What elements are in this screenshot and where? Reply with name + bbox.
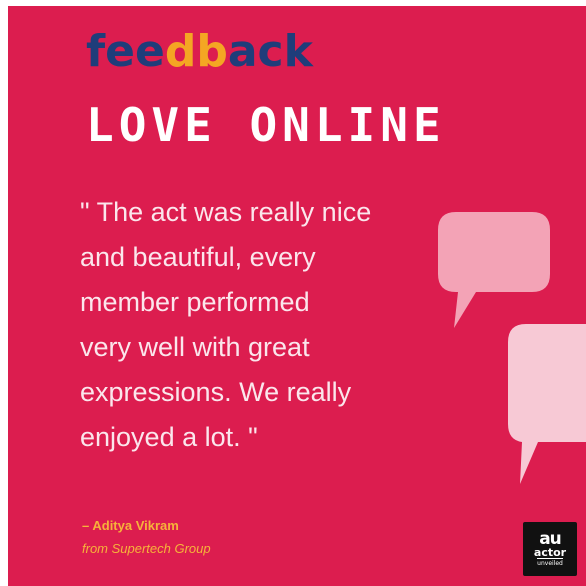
speech-bubble-shape <box>508 324 586 484</box>
logo-letter: e <box>105 26 135 77</box>
speech-bubble-shape <box>438 212 550 328</box>
brand-logo: au actor unveiled <box>523 522 577 576</box>
quote-line: " The act was really nice <box>80 197 372 227</box>
quote-line: enjoyed a lot. " <box>80 422 258 452</box>
speech-bubble-icon <box>508 324 586 484</box>
logo-letter: a <box>227 26 258 77</box>
testimonial-quote: " The act was really nice and beautiful,… <box>80 190 460 460</box>
logo-letter: f <box>86 26 106 77</box>
brand-tagline: unveiled <box>537 558 563 567</box>
feedback-card: feedback LOVE ONLINE " The act was reall… <box>8 6 586 586</box>
quote-line: member performed <box>80 287 310 317</box>
headline: LOVE ONLINE <box>86 98 446 152</box>
brand-name: actor <box>533 546 567 559</box>
logo-letter: b <box>196 26 228 77</box>
author-organization: from Supertech Group <box>82 541 211 556</box>
logo-letter: e <box>135 26 165 77</box>
quote-line: very well with great <box>80 332 310 362</box>
logo-letter: k <box>283 26 313 77</box>
feedback-logo: feedback <box>86 30 313 74</box>
speech-bubble-icon <box>438 212 550 328</box>
logo-letter: d <box>164 26 197 77</box>
brand-mark: au <box>539 529 562 549</box>
author-name: – Aditya Vikram <box>82 518 179 533</box>
quote-line: and beautiful, every <box>80 242 316 272</box>
quote-line: expressions. We really <box>80 377 352 407</box>
logo-letter: c <box>257 26 284 77</box>
